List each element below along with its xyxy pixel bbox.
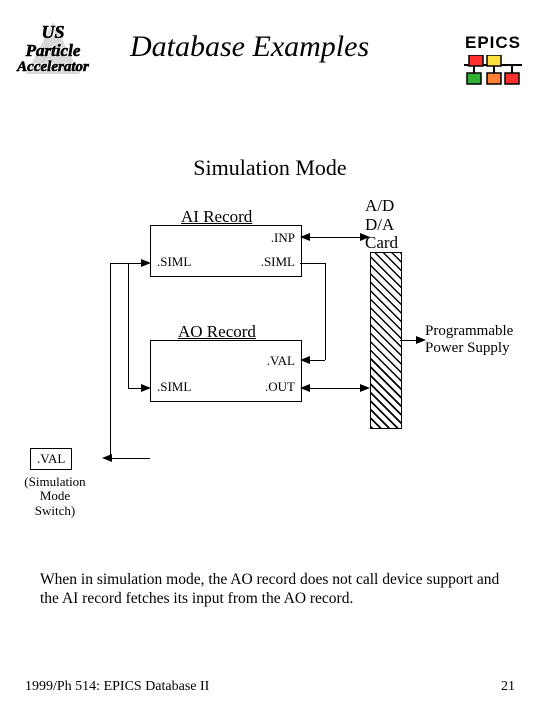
ao-siml-field: .SIML: [157, 379, 191, 395]
ao-out-field: .OUT: [265, 379, 295, 395]
footer-left: 1999/Ph 514: EPICS Database II: [25, 679, 209, 695]
us-logo-line3: Accelerator: [8, 60, 98, 76]
epics-icon: [462, 55, 524, 93]
us-logo-line1: US: [8, 23, 98, 42]
us-logo-line2: Particle: [8, 42, 98, 60]
ai-record-title: AI Record: [181, 207, 252, 227]
ai-inp-field: .INP: [271, 230, 295, 246]
us-particle-accelerator-logo: US Particle Accelerator: [8, 23, 98, 75]
footer-page: 21: [501, 679, 515, 695]
ao-val-field: .VAL: [267, 353, 295, 369]
diagram: AI Record .INP .SIML .SIML AO Record .VA…: [0, 200, 540, 530]
simulation-switch-caption: (Simulation Mode Switch): [15, 475, 95, 518]
body-text: When in simulation mode, the AO record d…: [40, 570, 500, 609]
ai-siml-out: .SIML: [261, 254, 295, 270]
ao-record-box: AO Record .VAL .SIML .OUT: [150, 340, 302, 402]
epics-text: EPICS: [458, 33, 528, 53]
footer: 1999/Ph 514: EPICS Database II 21: [25, 679, 515, 695]
ad-da-card-label: A/D D/A Card: [365, 197, 398, 253]
ai-siml-in: .SIML: [157, 254, 191, 270]
ai-record-box: AI Record .INP .SIML .SIML: [150, 225, 302, 277]
ad-da-card: [370, 252, 402, 429]
page-title: Database Examples: [130, 30, 369, 64]
power-supply-label: Programmable Power Supply: [425, 323, 513, 356]
epics-logo: EPICS: [458, 33, 528, 93]
simulation-switch-val: .VAL: [30, 448, 72, 470]
subtitle: Simulation Mode: [0, 155, 540, 181]
ao-record-title: AO Record: [178, 322, 256, 342]
